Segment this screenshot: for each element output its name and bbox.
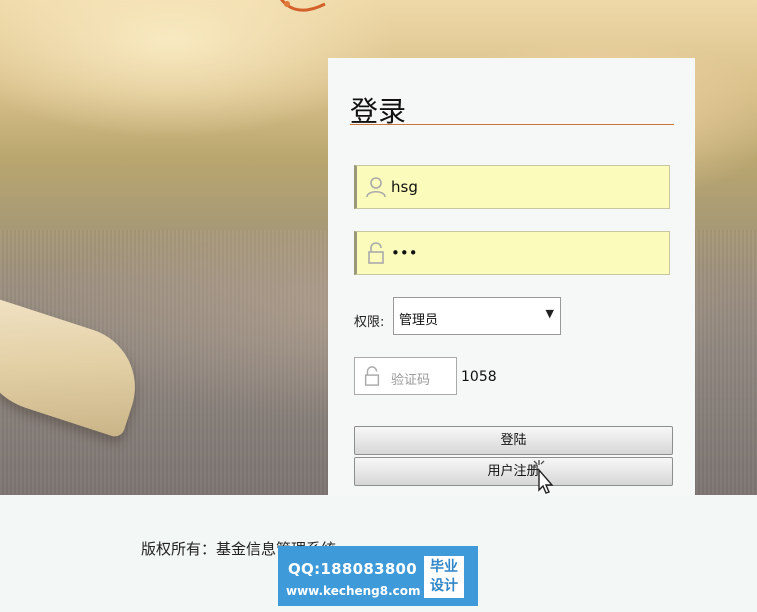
username-value: hsg (391, 178, 418, 196)
watermark-tag-line2: 设计 (430, 578, 458, 594)
login-panel: 登录 hsg ••• 权限: 管理员 ▼ 验证码 1058 登陆 用户注册 (328, 58, 695, 495)
register-button[interactable]: 用户注册 (354, 457, 673, 486)
title-underline (350, 124, 674, 125)
role-selected-value: 管理员 (399, 313, 439, 328)
captcha-input[interactable]: 验证码 (354, 357, 457, 395)
background-twig (275, 0, 335, 18)
watermark-badge: QQ:188083800 www.kecheng8.com 毕业 设计 (278, 546, 478, 606)
pointer-cursor-icon (530, 458, 556, 494)
lock-icon (365, 242, 387, 264)
role-label: 权限: (354, 315, 385, 330)
captcha-code: 1058 (461, 369, 497, 385)
user-icon (365, 176, 387, 198)
watermark-tag: 毕业 设计 (424, 556, 464, 598)
password-value: ••• (391, 244, 418, 262)
watermark-tag-line1: 毕业 (430, 559, 458, 575)
login-button[interactable]: 登陆 (354, 426, 673, 455)
watermark-qq: QQ:188083800 (288, 560, 418, 578)
captcha-placeholder: 验证码 (391, 373, 431, 388)
role-select[interactable]: 管理员 ▼ (393, 297, 561, 335)
caret-down-icon: ▼ (545, 307, 554, 320)
username-field[interactable]: hsg (354, 165, 670, 209)
watermark-url: www.kecheng8.com (286, 584, 421, 598)
password-field[interactable]: ••• (354, 231, 670, 275)
lock-icon (362, 366, 382, 386)
